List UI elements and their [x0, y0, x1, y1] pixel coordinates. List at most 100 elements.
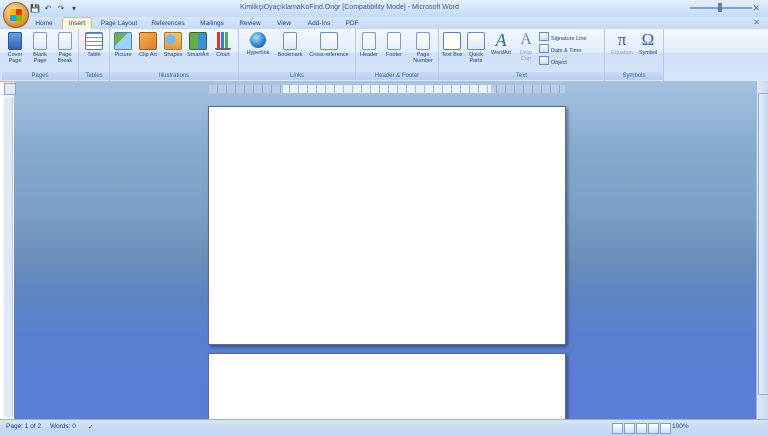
- shapes-button[interactable]: Shapes: [162, 32, 184, 58]
- cover-page-icon: [8, 32, 22, 50]
- group-links: Hyperlink Bookmark Cross-reference Links: [239, 29, 356, 81]
- group-tables: Table Tables: [79, 29, 110, 81]
- cross-reference-button[interactable]: Cross-reference: [307, 32, 351, 58]
- object-icon: [539, 56, 549, 65]
- document-page-1[interactable]: [208, 106, 566, 345]
- outline-view-icon[interactable]: [648, 423, 659, 434]
- tab-home[interactable]: Home: [30, 18, 58, 29]
- smartart-button[interactable]: SmartArt: [187, 32, 209, 58]
- footer-icon: [387, 32, 401, 50]
- table-label: Table: [87, 52, 101, 58]
- signature-line-label: Signature Line: [551, 36, 587, 42]
- symbol-button[interactable]: Ω Symbol: [636, 31, 660, 56]
- office-button[interactable]: [3, 2, 29, 28]
- picture-label: Picture: [114, 52, 132, 58]
- bookmark-button[interactable]: Bookmark: [275, 32, 305, 58]
- text-box-icon: [443, 32, 461, 50]
- page-number-button[interactable]: Page Number: [409, 32, 437, 64]
- clip-art-label: Clip Art: [139, 52, 157, 58]
- quick-parts-button[interactable]: Quick Parts: [465, 32, 487, 64]
- chart-button[interactable]: Chart: [212, 32, 234, 58]
- date-time-label: Date & Time: [551, 48, 582, 54]
- vertical-scrollbar[interactable]: [756, 81, 768, 419]
- group-label-header-footer: Header & Footer: [356, 72, 438, 80]
- ribbon: Cover Page Blank Page Page Break Pages T…: [0, 29, 768, 82]
- group-header-footer: Header Footer Page Number Header & Foote…: [356, 29, 439, 81]
- bookmark-icon: [283, 32, 297, 50]
- window-close-icon[interactable]: ✕: [752, 3, 760, 14]
- word-count[interactable]: Words: 0: [50, 423, 76, 430]
- cover-page-label: Cover Page: [7, 52, 23, 64]
- tab-review[interactable]: Review: [234, 18, 266, 29]
- draft-view-icon[interactable]: [660, 423, 671, 434]
- scrollbar-thumb[interactable]: [758, 93, 768, 395]
- vertical-ruler[interactable]: [4, 97, 13, 417]
- shapes-icon: [164, 32, 182, 50]
- picture-button[interactable]: Picture: [112, 32, 134, 58]
- picture-icon: [114, 32, 132, 50]
- bookmark-label: Bookmark: [277, 52, 303, 58]
- horizontal-ruler[interactable]: [208, 84, 566, 94]
- equation-button[interactable]: π Equation: [609, 30, 635, 56]
- page-number-label: Page Number: [413, 52, 433, 64]
- clip-art-button[interactable]: Clip Art: [137, 32, 159, 58]
- drop-cap-label: Drop Cap: [520, 50, 532, 62]
- tab-view[interactable]: View: [270, 18, 298, 29]
- smartart-icon: [189, 32, 207, 50]
- tab-add-ins[interactable]: Add-Ins: [302, 18, 336, 29]
- chart-label: Chart: [216, 52, 230, 58]
- tab-references[interactable]: References: [146, 18, 190, 29]
- header-icon: [362, 32, 376, 50]
- signature-line-button[interactable]: Signature Line: [539, 32, 586, 42]
- undo-icon[interactable]: ↶: [43, 4, 53, 14]
- blank-page-button[interactable]: Blank Page: [29, 32, 51, 64]
- group-label-text: Text: [439, 72, 604, 80]
- status-bar: Page: 1 of 2 Words: 0 ✓ 100%: [0, 419, 768, 436]
- page-count[interactable]: Page: 1 of 2: [6, 423, 41, 430]
- footer-button[interactable]: Footer: [383, 32, 405, 58]
- object-label: Object: [551, 60, 567, 66]
- customize-qat-icon[interactable]: ▾: [69, 4, 79, 14]
- web-layout-icon[interactable]: [636, 423, 647, 434]
- quick-parts-label: Quick Parts: [468, 52, 484, 64]
- zoom-level[interactable]: 100%: [672, 423, 689, 430]
- quick-access-toolbar: 💾 ↶ ↷ ▾: [30, 3, 79, 14]
- equation-icon: π: [617, 30, 627, 49]
- tab-selector-icon[interactable]: [4, 83, 16, 95]
- tab-page-layout[interactable]: Page Layout: [96, 18, 142, 29]
- tab-mailings[interactable]: Mailings: [194, 18, 230, 29]
- tab-pdf[interactable]: PDF: [340, 18, 364, 29]
- window-title: KimlikçiOyaçıklamaKoFind.Ongr [Compatibi…: [240, 4, 459, 11]
- close-document-icon[interactable]: ✕: [753, 18, 760, 27]
- redo-icon[interactable]: ↷: [56, 4, 66, 14]
- header-button[interactable]: Header: [358, 32, 380, 58]
- zoom-slider-handle[interactable]: [718, 3, 722, 12]
- ruler-ticks: [209, 85, 565, 93]
- group-label-pages: Pages: [2, 72, 78, 80]
- footer-label: Footer: [386, 52, 402, 58]
- table-button[interactable]: Table: [83, 32, 105, 58]
- group-label-links: Links: [239, 72, 355, 80]
- hyperlink-button[interactable]: Hyperlink: [243, 32, 273, 56]
- print-layout-view-icon[interactable]: [612, 423, 623, 434]
- smartart-label: SmartArt: [187, 52, 209, 58]
- page-break-label: Page Break: [57, 52, 73, 64]
- cover-page-button[interactable]: Cover Page: [4, 32, 26, 64]
- group-text: Text Box Quick Parts A WordArt A Drop Cap …: [439, 29, 605, 81]
- blank-page-icon: [33, 32, 47, 50]
- wordart-button[interactable]: A WordArt: [490, 31, 512, 56]
- blank-page-label: Blank Page: [33, 52, 47, 64]
- equation-label: Equation: [611, 50, 633, 56]
- save-icon[interactable]: 💾: [30, 4, 40, 14]
- proofing-icon[interactable]: ✓: [88, 423, 93, 431]
- signature-line-icon: [539, 32, 549, 41]
- group-pages: Cover Page Blank Page Page Break Pages: [2, 29, 79, 81]
- hyperlink-icon: [250, 32, 266, 48]
- object-button[interactable]: Object: [539, 56, 567, 66]
- page-break-button[interactable]: Page Break: [54, 32, 76, 64]
- wordart-label: WordArt: [490, 50, 512, 56]
- date-time-button[interactable]: Date & Time: [539, 44, 581, 54]
- drop-cap-button[interactable]: A Drop Cap: [515, 32, 537, 63]
- full-screen-reading-icon[interactable]: [624, 423, 635, 434]
- text-box-button[interactable]: Text Box: [441, 32, 463, 58]
